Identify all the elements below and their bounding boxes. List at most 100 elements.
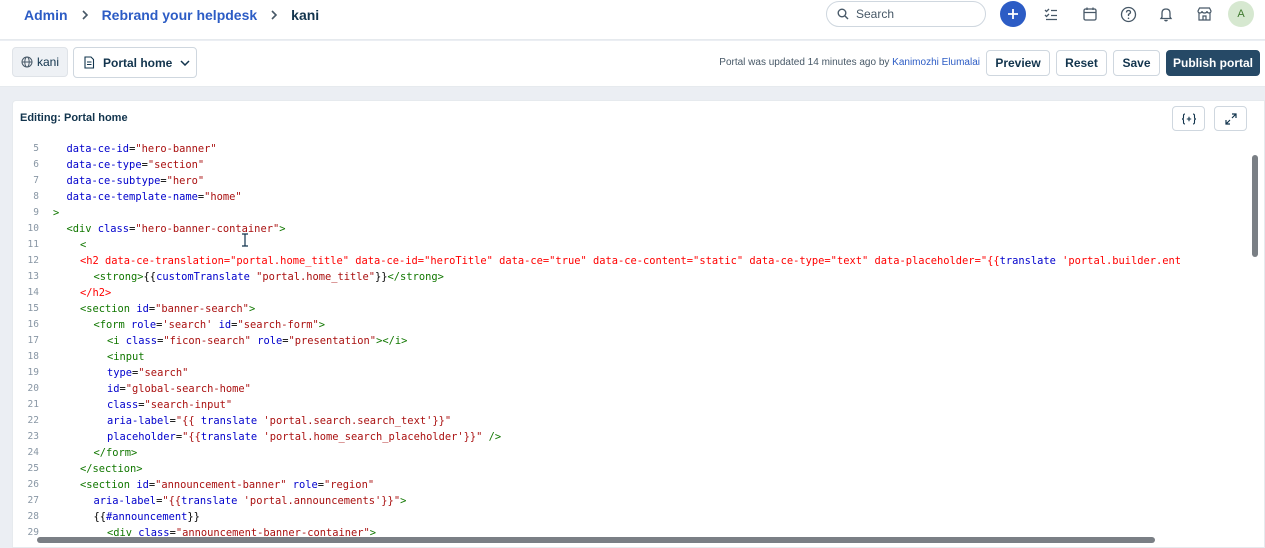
line-number: 25	[27, 463, 39, 474]
line-number: 29	[27, 527, 39, 538]
marketplace-store-icon[interactable]	[1194, 4, 1214, 24]
code-token: "home"	[204, 191, 242, 203]
code-text: >	[53, 205, 59, 221]
document-icon	[84, 56, 95, 69]
code-text: {{#announcement}}	[94, 509, 200, 525]
portal-chip-label: kani	[36, 55, 59, 69]
code-line: 8 data-ce-template-name="home"	[13, 189, 1253, 205]
code-token: <section	[80, 303, 137, 315]
code-token: "presentation"	[288, 335, 377, 347]
new-item-button[interactable]	[1000, 1, 1026, 27]
code-token: "search-input"	[144, 399, 233, 411]
code-text: <input	[107, 349, 145, 365]
line-number: 6	[33, 159, 39, 170]
code-line: 5 data-ce-id="hero-banner"	[13, 141, 1253, 157]
code-token: >	[53, 207, 60, 219]
code-token: class	[125, 335, 158, 347]
code-token: "portal.home_title"	[256, 271, 376, 283]
code-text: aria-label="{{ translate 'portal.search.…	[107, 413, 451, 429]
save-button[interactable]: Save	[1113, 50, 1160, 76]
calendar-icon[interactable]	[1080, 4, 1100, 24]
code-text: <strong>{{customTranslate "portal.home_t…	[94, 269, 444, 285]
portal-chip[interactable]: kani	[12, 47, 68, 77]
vertical-scrollbar[interactable]	[1252, 155, 1258, 257]
globe-icon	[21, 56, 33, 68]
line-number: 23	[27, 431, 39, 442]
breadcrumb-rebrand-link[interactable]: Rebrand your helpdesk	[102, 7, 258, 23]
line-number: 9	[33, 207, 39, 218]
code-token: "section"	[147, 159, 205, 171]
code-token: translate	[200, 431, 258, 443]
chevron-down-icon	[180, 59, 190, 66]
top-nav: Admin Rebrand your helpdesk kani Search …	[0, 0, 1265, 40]
line-number: 28	[27, 511, 39, 522]
notifications-bell-icon[interactable]	[1156, 4, 1176, 24]
portal-toolbar: kani Portal home Portal was updated 14 m…	[0, 41, 1265, 87]
code-token: <strong>	[93, 271, 144, 283]
code-token: >	[248, 303, 256, 315]
code-token: id	[218, 319, 232, 331]
code-text: </section>	[80, 461, 143, 477]
code-token: #announcement	[106, 511, 188, 523]
code-line: 25 </section>	[13, 461, 1253, 477]
publish-portal-button[interactable]: Publish portal	[1166, 50, 1260, 76]
code-token: translate	[181, 495, 238, 507]
code-text: data-ce-type="section"	[67, 157, 205, 173]
code-line: 12 <h2 data-ce-translation="portal.home_t…	[13, 253, 1253, 269]
line-number: 16	[27, 319, 39, 330]
code-text: data-ce-subtype="hero"	[67, 173, 205, 189]
code-line: 22 aria-label="{{ translate 'portal.searc…	[13, 413, 1253, 429]
code-line: 27 aria-label="{{translate 'portal.announ…	[13, 493, 1253, 509]
code-token: "global-search-home"	[125, 383, 251, 395]
code-line: 28 {{#announcement}}	[13, 509, 1253, 525]
page-select-dropdown[interactable]: Portal home	[73, 47, 197, 78]
code-token: "{{	[182, 431, 201, 443]
line-number: 15	[27, 303, 39, 314]
preview-button[interactable]: Preview	[986, 50, 1050, 76]
line-number: 14	[27, 287, 39, 298]
line-number: 21	[27, 399, 39, 410]
code-line: 13 <strong>{{customTranslate "portal.home…	[13, 269, 1253, 285]
code-line: 11 <	[13, 237, 1253, 253]
code-editor[interactable]: 5 data-ce-id="hero-banner" 6 data-ce-type="…	[13, 141, 1253, 541]
code-token: 'portal.search.search_text'}}"	[257, 415, 452, 427]
code-line: 24 </form>	[13, 445, 1253, 461]
code-text: placeholder="{{translate 'portal.home_se…	[107, 429, 501, 445]
code-token: id	[136, 479, 149, 491]
global-search-input[interactable]: Search	[826, 1, 986, 27]
editor-title: Editing: Portal home	[20, 112, 128, 124]
code-token: placeholder	[107, 431, 176, 443]
horizontal-scrollbar[interactable]	[37, 537, 1155, 543]
code-token: "{{	[175, 415, 201, 427]
code-token: translate	[200, 415, 258, 427]
expand-editor-button[interactable]	[1214, 106, 1247, 131]
code-token: <div	[66, 223, 98, 235]
line-number: 12	[27, 255, 39, 266]
code-token: 'portal.home_search_placeholder'}}"	[257, 431, 483, 443]
last-updated-author-link[interactable]: Kanimozhi Elumalai	[892, 57, 980, 68]
line-number: 19	[27, 367, 39, 378]
line-number: 26	[27, 479, 39, 490]
code-text: <	[80, 237, 86, 253]
line-number: 11	[27, 239, 39, 250]
insert-placeholder-button[interactable]	[1172, 106, 1205, 131]
last-updated-prefix: Portal was updated 14 minutes ago by	[719, 57, 890, 68]
code-braces-icon	[1181, 112, 1196, 125]
user-avatar[interactable]: A	[1228, 1, 1254, 27]
code-token: role	[257, 335, 283, 347]
code-token: aria-label	[93, 495, 157, 507]
code-line: 17 <i class="ficon-search" role="presenta…	[13, 333, 1253, 349]
breadcrumb: Admin Rebrand your helpdesk kani	[24, 0, 319, 29]
line-number: 5	[33, 143, 39, 154]
code-line: 7 data-ce-subtype="hero"	[13, 173, 1253, 189]
tasks-icon[interactable]	[1041, 4, 1061, 24]
code-text: <div class="hero-banner-container">	[67, 221, 286, 237]
code-token: </form>	[93, 447, 138, 459]
line-number: 22	[27, 415, 39, 426]
code-token: <section	[80, 479, 137, 491]
search-icon	[837, 8, 849, 20]
help-icon[interactable]	[1118, 4, 1138, 24]
code-text: type="search"	[107, 365, 188, 381]
reset-button[interactable]: Reset	[1056, 50, 1107, 76]
breadcrumb-admin-link[interactable]: Admin	[24, 7, 68, 23]
